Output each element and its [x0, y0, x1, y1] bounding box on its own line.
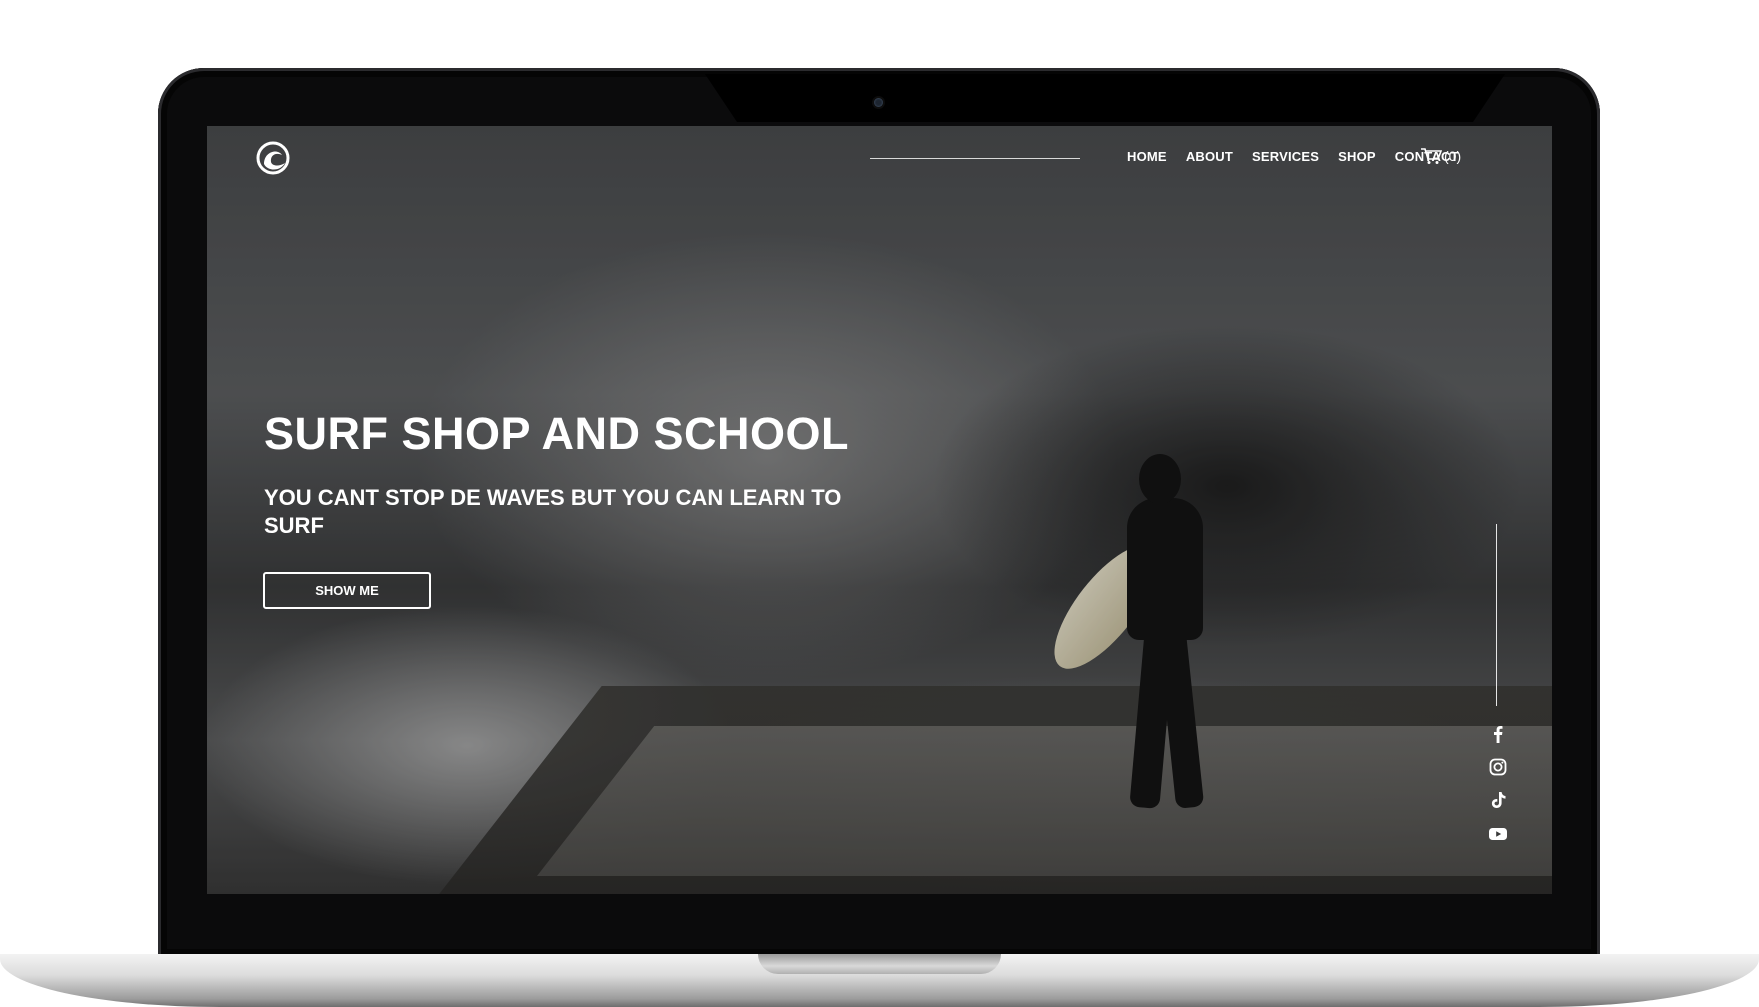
nav-home[interactable]: HOME: [1127, 147, 1167, 167]
website-screen: HOME ABOUT SERVICES SHOP CONTACT (0) SUR…: [207, 126, 1552, 894]
laptop-hinge: [758, 954, 1001, 974]
tiktok-icon[interactable]: [1487, 789, 1509, 811]
youtube-icon[interactable]: [1487, 823, 1509, 845]
social-divider: [1496, 524, 1497, 706]
nav-services[interactable]: SERVICES: [1252, 147, 1319, 167]
cart-count: (0): [1444, 148, 1462, 164]
show-me-button[interactable]: SHOW ME: [263, 572, 431, 609]
facebook-icon[interactable]: [1487, 723, 1509, 745]
hero-title: SURF SHOP AND SCHOOL: [264, 408, 850, 459]
wave-logo-icon[interactable]: [255, 140, 291, 176]
cart-button[interactable]: (0): [1420, 147, 1461, 165]
cart-icon: [1421, 148, 1442, 164]
hero-subtitle: YOU CANT STOP DE WAVES BUT YOU CAN LEARN…: [264, 485, 842, 538]
nav-about[interactable]: ABOUT: [1186, 147, 1233, 167]
nav-shop[interactable]: SHOP: [1338, 147, 1376, 167]
header-divider: [870, 158, 1080, 159]
webcam: [874, 98, 883, 107]
screen-notch: [705, 74, 1505, 122]
instagram-icon[interactable]: [1487, 756, 1509, 778]
